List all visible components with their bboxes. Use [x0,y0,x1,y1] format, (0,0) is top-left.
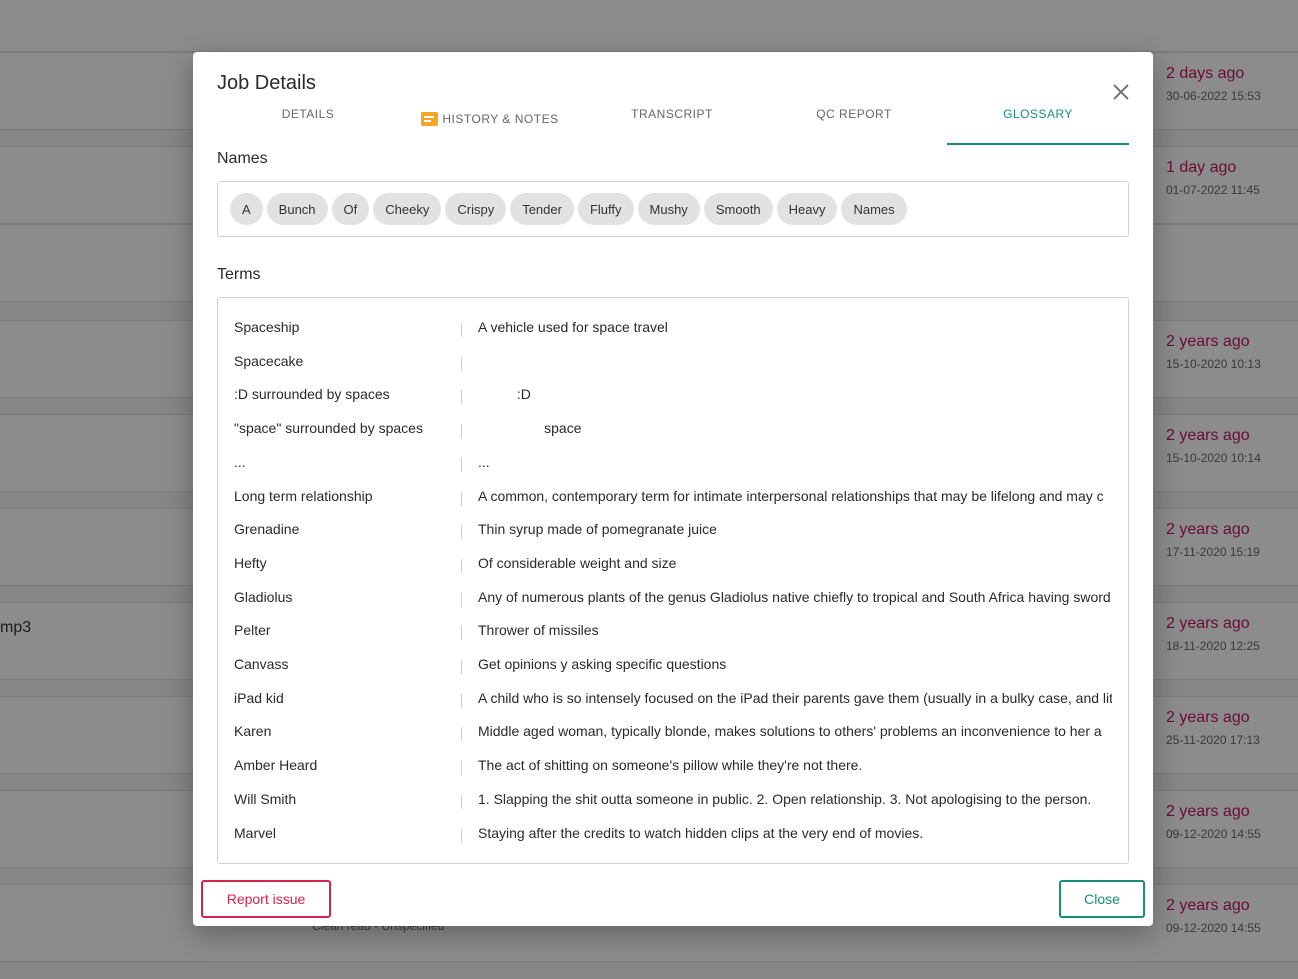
term-name: iPad kid [234,689,284,706]
term-divider [461,457,462,472]
term-definition: A vehicle used for space travel [478,319,668,335]
term-name: Long term relationship [234,487,373,504]
report-issue-button[interactable]: Report issue [201,880,331,918]
term-divider [461,491,462,506]
tab-glossary[interactable]: GLOSSARY [947,108,1129,145]
term-divider [461,794,462,809]
name-chip[interactable]: Crispy [445,193,507,225]
tab-transcript[interactable]: TRANSCRIPT [581,108,763,145]
term-row: Marvel Staying after the credits to watch… [218,825,1128,859]
term-definition: Middle aged woman, typically blonde, mak… [478,723,1102,740]
name-chip[interactable]: Names [841,193,907,225]
tab-history-notes[interactable]: HISTORY & NOTES [399,108,581,145]
term-row: Gladiolus Any of numerous plants of the g… [218,589,1128,623]
term-definition: The act of shitting on someone's pillow … [478,757,863,774]
terms-table[interactable]: Spaceship A vehicle used for space travel… [217,297,1129,864]
modal-title: Job Details [217,72,316,94]
term-name: Gladiolus [234,588,293,605]
name-chip[interactable]: Cheeky [373,193,442,225]
term-divider [461,558,462,573]
term-divider [461,727,462,742]
term-name: Will Smith [234,790,297,807]
term-divider [461,424,462,439]
names-heading: Names [217,150,268,167]
term-definition: Staying after the credits to watch hidde… [478,824,924,841]
term-row: Grenadine Thin syrup made of pomegranate … [218,521,1128,555]
terms-heading: Terms [217,266,261,283]
name-chip[interactable]: Bunch [266,193,328,225]
term-divider [461,592,462,607]
close-icon[interactable] [1109,80,1133,104]
term-row: Amber Heard The act of shitting on someon… [218,757,1128,791]
job-details-modal: Job Details DETAILS HISTORY & NOTES TRAN… [193,52,1153,926]
term-row: iPad kid A child who is so intensely focu… [218,690,1128,724]
name-chip[interactable]: Tender [510,193,574,225]
term-row: :D surrounded by spaces :D [218,386,1128,420]
term-divider [461,660,462,674]
name-chip[interactable]: Smooth [703,193,773,225]
term-definition: Thrower of missiles [478,622,599,639]
term-definition: space [478,420,582,437]
name-chip[interactable]: A [230,193,263,225]
notes-icon [421,112,439,126]
term-definition: A common, contemporary term for intimate… [478,487,1104,504]
term-definition: Of considerable weight and size [478,554,677,571]
term-name: Pelter [234,622,271,639]
term-row: Karen Middle aged woman, typically blonde… [218,723,1128,757]
term-row: Will Smith 1. Slapping the shit outta som… [218,791,1128,825]
term-name: Canvass [234,656,289,672]
names-list: A Bunch Of Cheeky Crispy Tender Fluffy Mushy Smo… [217,181,1129,237]
term-divider [461,626,462,641]
name-chip[interactable]: Fluffy [577,193,634,225]
term-definition: Any of numerous plants of the genus Glad… [478,588,1111,605]
term-row: Spaceship A vehicle used for space travel [218,319,1128,353]
term-name: Karen [234,723,272,740]
tab-qc-report[interactable]: QC REPORT [763,108,945,145]
term-name: Spacecake [234,352,304,369]
term-name: Grenadine [234,521,300,538]
term-name: ... [234,453,246,470]
term-name: Amber Heard [234,757,318,774]
close-button[interactable]: Close [1059,880,1145,918]
tab-details[interactable]: DETAILS [217,108,399,145]
term-divider [461,323,462,337]
term-row: Long term relationship A common, contempo… [218,488,1128,522]
term-divider [461,356,462,371]
term-definition: Thin syrup made of pomegranate juice [478,521,717,538]
term-name: Hefty [234,554,267,571]
term-row: ...... [218,454,1128,488]
term-definition: Get opinions y asking specific questions [478,656,727,672]
term-row: Canvass Get opinions y asking specific qu… [218,656,1128,690]
term-name: :D surrounded by spaces [234,386,390,403]
name-chip[interactable]: Heavy [776,193,838,225]
term-definition: ... [478,453,490,470]
term-name: Spaceship [234,319,300,335]
term-divider [461,693,462,708]
term-row: Pelter Thrower of missiles [218,622,1128,656]
term-row: Hefty Of considerable weight and size [218,555,1128,589]
term-row: "space" surrounded by spaces space [218,420,1128,454]
term-name: Marvel [234,824,277,841]
tab-bar: DETAILS HISTORY & NOTES TRANSCRIPT QC RE… [217,108,1129,146]
term-divider [461,525,462,540]
name-chip[interactable]: Of [331,193,370,225]
term-row: Spacecake [218,353,1128,387]
term-divider [461,390,462,405]
term-divider [461,828,462,843]
term-definition: A child who is so intensely focused on t… [478,689,1112,706]
term-divider [461,761,462,776]
term-definition: 1. Slapping the shit outta someone in pu… [478,790,1092,807]
name-chip[interactable]: Mushy [637,193,700,225]
term-name: "space" surrounded by spaces [234,420,423,437]
term-definition: :D [478,386,531,403]
